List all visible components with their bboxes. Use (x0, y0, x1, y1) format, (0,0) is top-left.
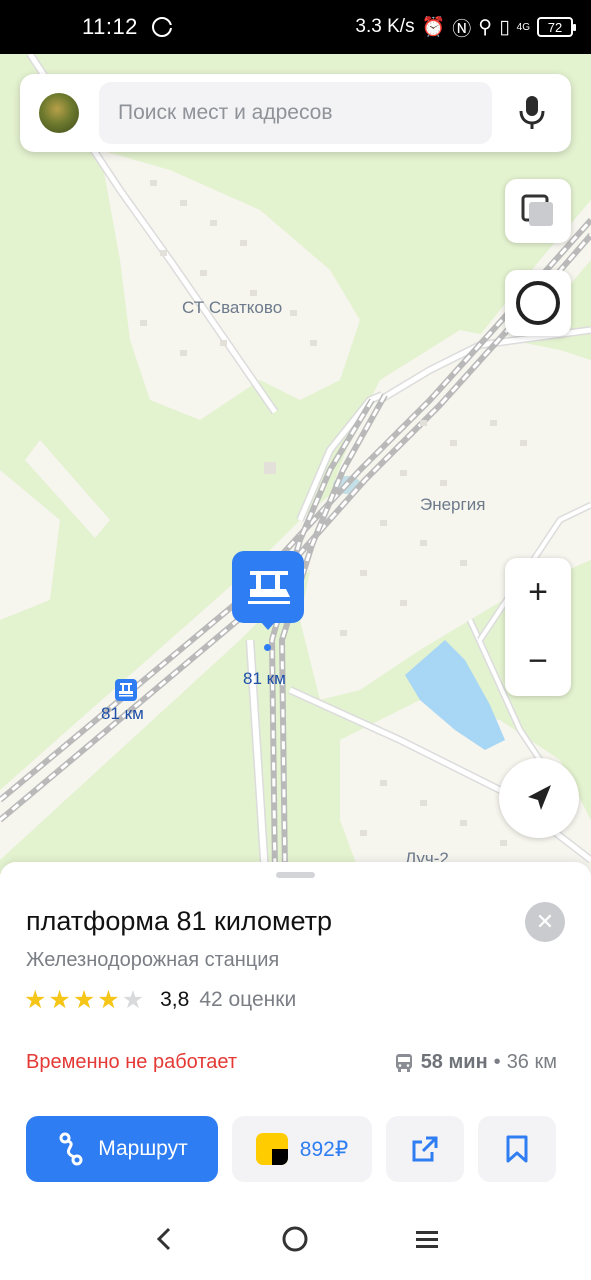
map-label-st-svatkovo[interactable]: СТ Сватково (182, 298, 282, 318)
search-input[interactable]: Поиск мест и адресов (99, 82, 492, 144)
network-type: 4G (516, 21, 530, 33)
map-view[interactable]: СТ Сватково Энергия Луч-2 81 км 81 км (0, 54, 591, 874)
zoom-in-button[interactable]: + (505, 558, 571, 627)
status-time: 11:12 (82, 14, 138, 39)
sync-icon (151, 17, 173, 37)
map-canvas (0, 54, 591, 874)
status-text: Временно не работает (26, 1051, 238, 1073)
star-icon: ★ (24, 986, 47, 1014)
alice-button[interactable] (505, 270, 571, 336)
layers-button[interactable] (505, 179, 571, 243)
close-icon: ✕ (535, 909, 555, 934)
bookmark-button[interactable] (478, 1116, 556, 1182)
share-icon (412, 1136, 438, 1162)
battery-icon: 72 (537, 17, 576, 37)
bookmark-icon (506, 1135, 528, 1163)
sheet-drag-handle[interactable] (276, 872, 315, 878)
star-icon: ★ (97, 986, 120, 1014)
train-station-icon (248, 571, 290, 604)
star-icon: ★ (48, 986, 71, 1014)
home-icon[interactable] (280, 1224, 310, 1254)
menu-icon[interactable] (412, 1224, 442, 1254)
settlement-area-svatkovo (100, 150, 360, 420)
back-icon[interactable] (150, 1224, 180, 1254)
pin-location-dot (264, 644, 271, 651)
transit-info[interactable]: 58 мин • 36 км (393, 1051, 557, 1074)
alarm-icon: ⏰ (421, 17, 446, 38)
train-station-icon[interactable] (115, 679, 137, 701)
place-title: платформа 81 километр (26, 906, 333, 936)
zoom-controls: + − (505, 558, 571, 696)
bus-icon (395, 1053, 412, 1072)
nfc-icon: Ⓝ (452, 18, 472, 40)
location-icon: ⚲ (478, 16, 493, 38)
battery-level: 72 (547, 19, 563, 35)
station-secondary-label[interactable]: 81 км (101, 704, 144, 724)
place-category: Железнодорожная станция (26, 949, 280, 971)
rating-value: 3,8 (160, 988, 190, 1011)
route-button[interactable]: Маршрут (26, 1116, 218, 1182)
star-icon: ★ (121, 986, 145, 1014)
taxi-icon (255, 1133, 288, 1165)
transit-time: 58 мин (420, 1051, 488, 1073)
map-label-energia[interactable]: Энергия (420, 495, 485, 515)
distance: 36 км (506, 1051, 557, 1073)
microphone-icon[interactable] (518, 94, 546, 132)
station-pin-label[interactable]: 81 км (243, 669, 286, 689)
separator-dot: • (493, 1051, 501, 1073)
close-button[interactable]: ✕ (525, 902, 565, 942)
zoom-out-button[interactable]: − (505, 627, 571, 696)
layers-icon (521, 194, 553, 226)
system-nav-bar (0, 1200, 591, 1280)
status-right: 3.3 K/s ⏰ Ⓝ ⚲ ▯ 4G 72 (355, 14, 576, 41)
vibrate-icon: ▯ (499, 16, 510, 38)
search-bar: Поиск мест и адресов (20, 74, 571, 152)
route-label: Маршрут (98, 1137, 188, 1160)
avatar[interactable] (39, 93, 79, 133)
route-icon (59, 1132, 83, 1166)
action-buttons: Маршрут 892₽ (26, 1116, 566, 1182)
star-icon: ★ (72, 986, 96, 1014)
selected-station-pin[interactable] (232, 551, 304, 630)
rating-count: 42 оценки (199, 988, 297, 1011)
alice-icon (516, 281, 560, 325)
train-icon (119, 683, 133, 697)
share-button[interactable] (386, 1116, 464, 1182)
navigation-arrow-icon (528, 785, 551, 810)
taxi-price: 892₽ (299, 1137, 349, 1161)
my-location-button[interactable] (499, 758, 579, 838)
status-bar: 11:12 3.3 K/s ⏰ Ⓝ ⚲ ▯ 4G 72 (0, 0, 591, 54)
network-speed: 3.3 K/s (355, 16, 415, 37)
rating-row[interactable]: ★ ★ ★ ★ ★ 3,8 42 оценки (24, 986, 296, 1014)
settlement-area-west (0, 470, 60, 620)
taxi-button[interactable]: 892₽ (232, 1116, 372, 1182)
